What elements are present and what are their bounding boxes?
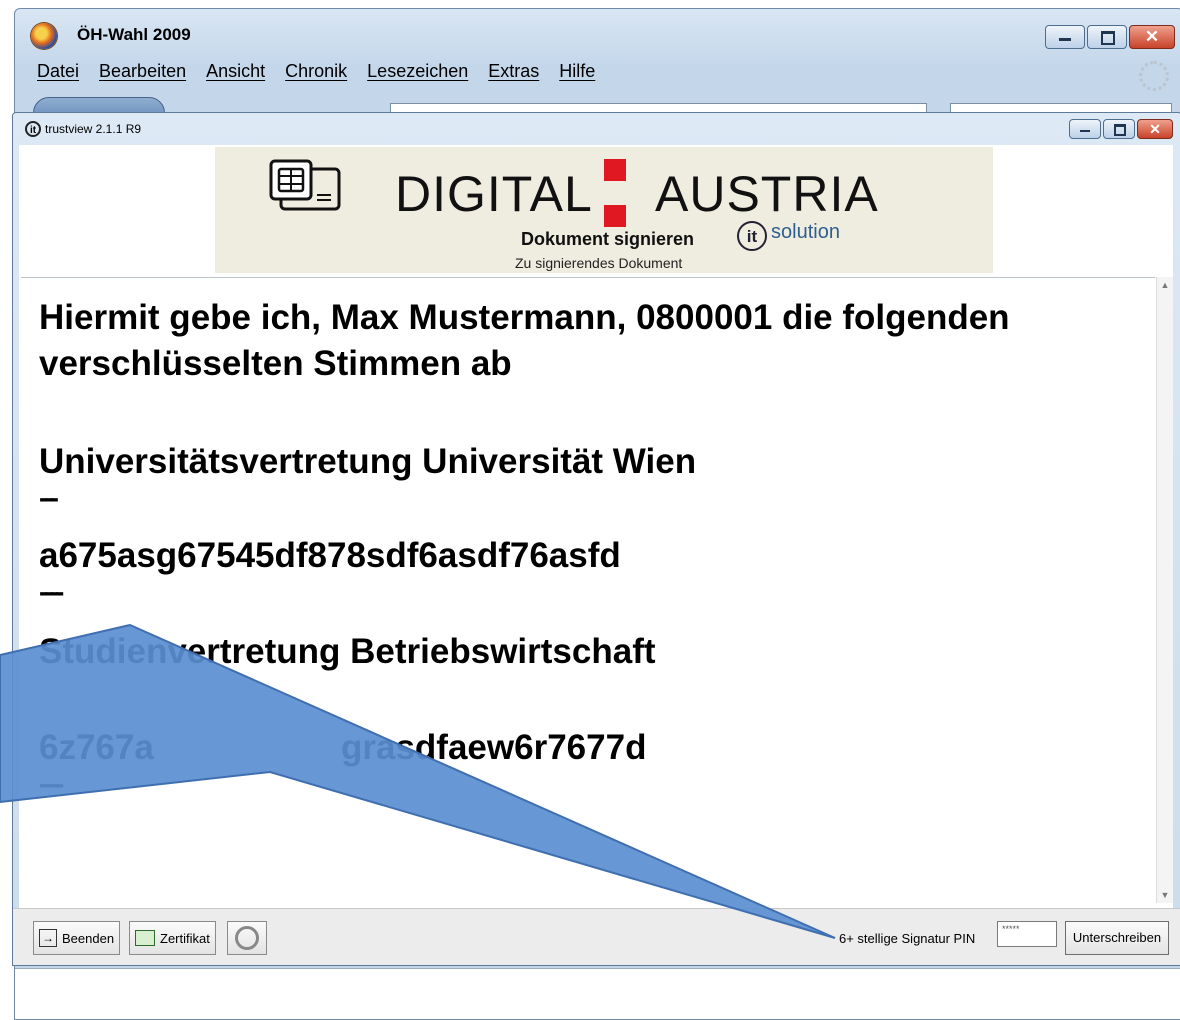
tv-close-button[interactable]: ✕ <box>1137 119 1173 139</box>
doc-line: Universitätsvertretung Universität Wien <box>39 442 697 481</box>
smartcard-icon <box>269 159 341 211</box>
inspect-button[interactable] <box>227 921 267 955</box>
menu-chronik[interactable]: Chronik <box>285 61 347 82</box>
maximize-icon <box>1101 31 1115 45</box>
close-icon: ✕ <box>1144 27 1160 46</box>
doc-line: --- <box>39 482 59 513</box>
menu-datei[interactable]: Datei <box>37 61 79 82</box>
certificate-icon <box>135 930 155 946</box>
austria-flag-top <box>604 159 626 181</box>
browser-navbar <box>15 91 1180 129</box>
certificate-label: Zertifikat <box>160 930 210 946</box>
doc-line: ---- <box>39 576 64 607</box>
document-scrollbar[interactable]: ▲ ▼ <box>1156 277 1173 903</box>
loading-throbber-icon <box>1139 61 1169 91</box>
sign-button[interactable]: Unterschreiben <box>1065 921 1169 955</box>
doc-line: a675asg67545df878sdf6asdf76asfd <box>39 536 621 575</box>
close-icon: ✕ <box>1149 121 1161 137</box>
doc-line: ---- <box>39 768 64 799</box>
trustview-body: DIGITAL AUSTRIA Dokument signieren it so… <box>19 145 1173 959</box>
doc-line: Studienvertretung Betriebswirtschaft <box>39 632 656 671</box>
quit-label: Beenden <box>62 930 115 946</box>
trustview-footer: → Beenden Zertifikat 6+ stellige Signatu… <box>13 908 1180 965</box>
firefox-icon <box>31 23 57 49</box>
exit-icon: → <box>39 929 57 947</box>
quit-button[interactable]: → Beenden <box>33 921 121 955</box>
scroll-down-icon[interactable]: ▼ <box>1157 887 1173 903</box>
banner-subtitle: Dokument signieren <box>521 229 695 249</box>
scroll-up-icon[interactable]: ▲ <box>1157 277 1173 293</box>
menu-extras[interactable]: Extras <box>488 61 539 82</box>
browser-title: ÖH-Wahl 2009 <box>77 25 191 44</box>
banner-note: Zu signierendes Dokument <box>515 255 683 271</box>
minimize-icon <box>1059 38 1071 41</box>
doc-line: Hiermit gebe ich, Max Mustermann, 080000… <box>39 298 1010 337</box>
certificate-button[interactable]: Zertifikat <box>129 921 216 955</box>
menu-hilfe[interactable]: Hilfe <box>559 61 595 82</box>
doc-line: 6z767a <box>39 728 154 767</box>
browser-menubar: Datei Bearbeiten Ansicht Chronik Lesezei… <box>15 57 1180 87</box>
trustview-titlebar: it trustview 2.1.1 R9 ✕ <box>13 113 1180 145</box>
it-logo-icon: it <box>737 221 767 251</box>
trustview-window: it trustview 2.1.1 R9 ✕ DIGITAL AUSTRIA <box>12 112 1180 966</box>
brand-digital: DIGITAL <box>395 166 593 222</box>
minimize-button[interactable] <box>1045 25 1085 49</box>
magnifier-icon <box>235 926 259 950</box>
menu-bearbeiten[interactable]: Bearbeiten <box>99 61 186 82</box>
doc-line: grasdfaew6r7677d <box>341 728 647 767</box>
pin-label: 6+ stellige Signatur PIN <box>839 931 976 946</box>
close-button[interactable]: ✕ <box>1129 25 1175 49</box>
pin-input[interactable]: ***** <box>997 921 1057 947</box>
austria-flag-bottom <box>604 205 626 227</box>
brand-austria: AUSTRIA <box>655 166 879 222</box>
maximize-icon <box>1114 124 1126 136</box>
browser-content-area <box>15 968 1180 1019</box>
trustview-title: trustview 2.1.1 R9 <box>45 122 142 136</box>
it-solution-icon: it <box>25 121 41 137</box>
tv-minimize-button[interactable] <box>1069 119 1101 139</box>
minimize-icon <box>1080 130 1090 132</box>
doc-line: verschlüsselten Stimmen ab <box>39 344 512 383</box>
maximize-button[interactable] <box>1087 25 1127 49</box>
menu-ansicht[interactable]: Ansicht <box>206 61 265 82</box>
document-pane[interactable]: Hiermit gebe ich, Max Mustermann, 080000… <box>21 277 1155 904</box>
menu-lesezeichen[interactable]: Lesezeichen <box>367 61 468 82</box>
tv-maximize-button[interactable] <box>1103 119 1135 139</box>
partner-name: solution <box>771 221 840 243</box>
digital-austria-banner: DIGITAL AUSTRIA Dokument signieren it so… <box>215 147 993 273</box>
browser-titlebar: ÖH-Wahl 2009 ✕ <box>15 9 1180 55</box>
